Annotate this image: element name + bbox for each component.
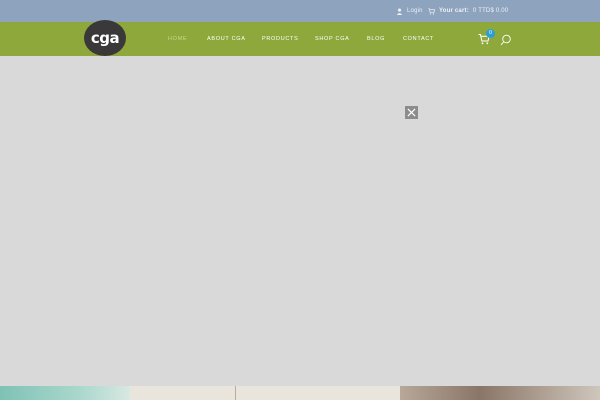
nav-item-about[interactable]: ABOUT CGA (207, 22, 246, 56)
nav-item-blog[interactable]: BLOG (367, 22, 385, 56)
cart-summary-link[interactable]: Your cart: 0 TTD$ 0.00 (428, 5, 508, 17)
cart-value: 0 TTD$ 0.00 (472, 8, 509, 14)
hero-image (0, 386, 600, 400)
hero-background (130, 386, 400, 400)
user-icon (396, 8, 403, 15)
overlay-close-button[interactable] (405, 106, 418, 119)
nav-item-home[interactable]: HOME (168, 22, 187, 56)
hero-object (400, 386, 600, 400)
login-label: Login (407, 8, 423, 14)
close-icon (407, 108, 416, 117)
search-icon (500, 34, 511, 46)
nav-item-shop[interactable]: SHOP CGA (315, 22, 350, 56)
hero-fabric (0, 386, 130, 400)
hero-wire (235, 386, 236, 400)
nav-item-products[interactable]: PRODUCTS (262, 22, 298, 56)
cart-count-badge: 0 (486, 29, 495, 38)
login-link[interactable]: Login (396, 5, 423, 17)
top-utility-bar: Login Your cart: 0 TTD$ 0.00 (0, 0, 600, 22)
cart-label: Your cart: (439, 8, 469, 14)
search-button[interactable] (500, 33, 512, 46)
cart-small-icon (428, 7, 435, 15)
nav-item-contact[interactable]: CONTACT (403, 22, 434, 56)
